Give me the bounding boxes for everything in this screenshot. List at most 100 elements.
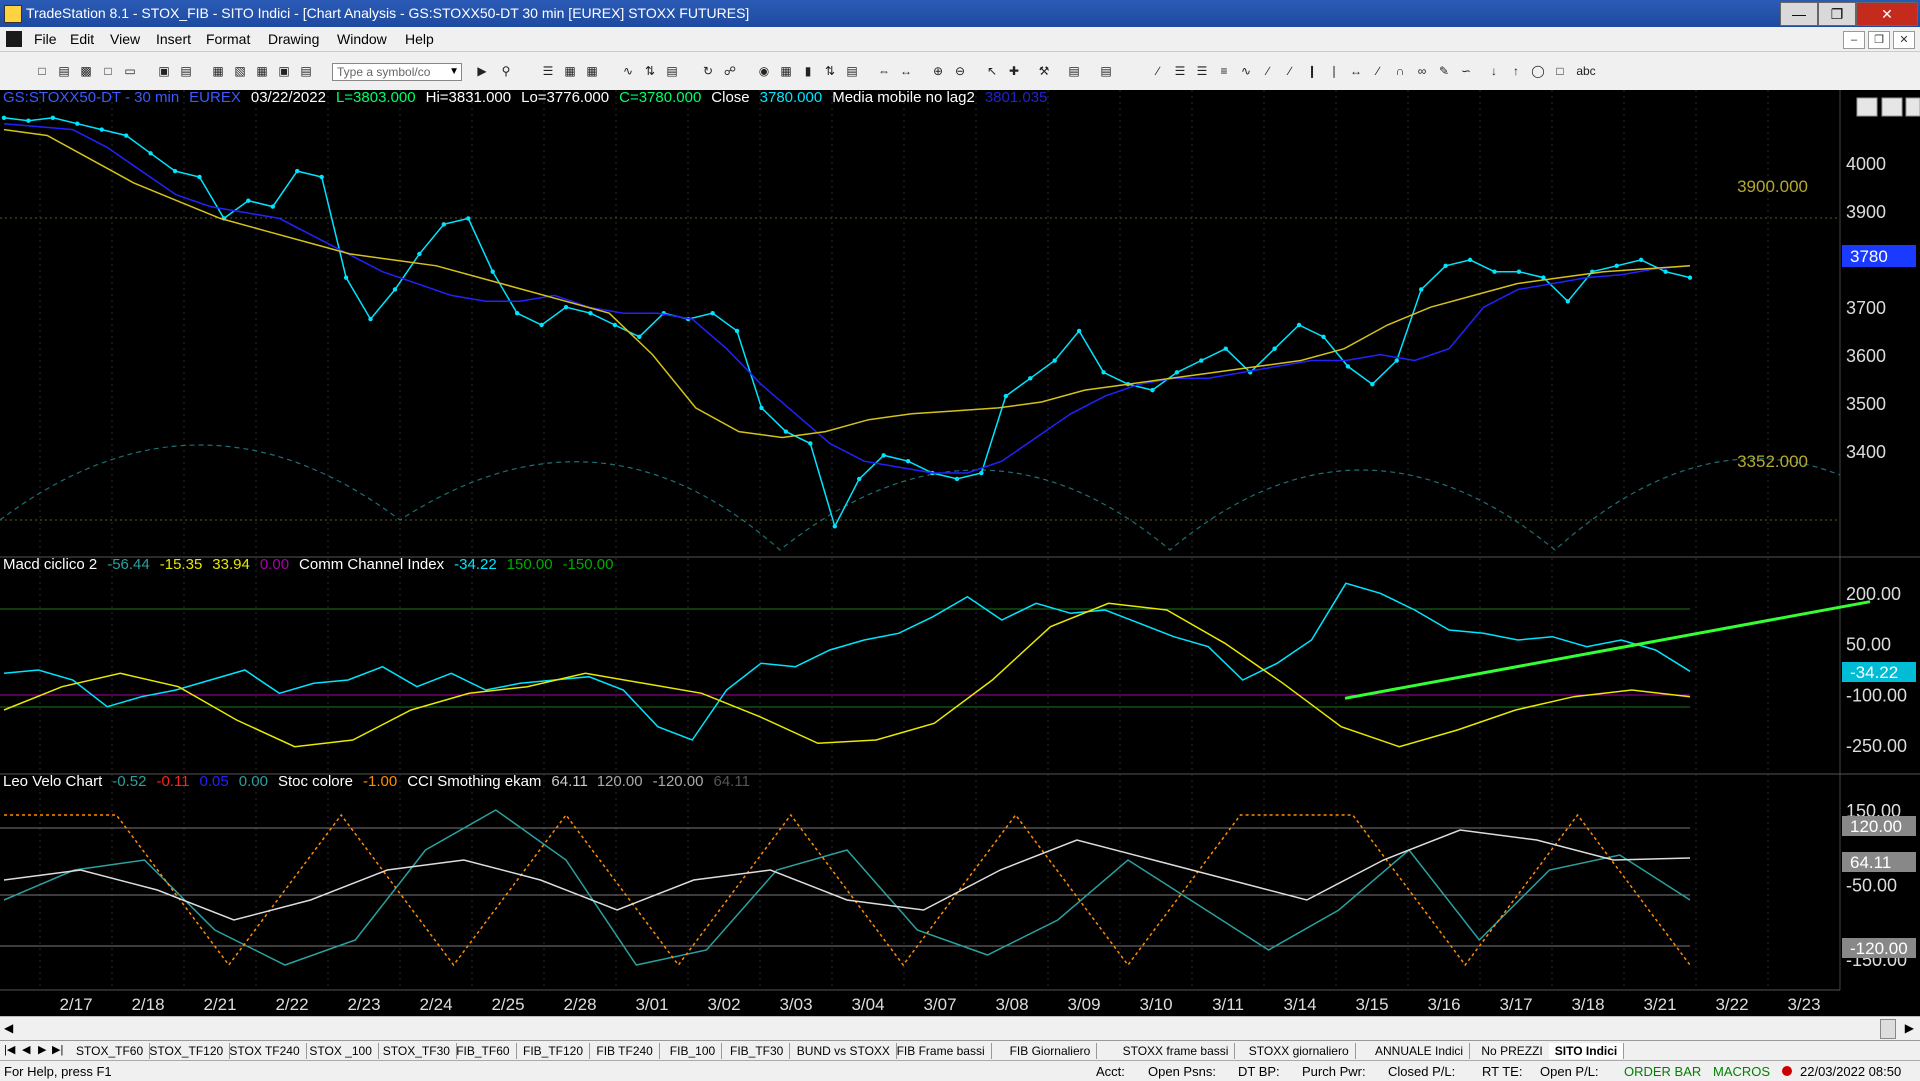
- tab-fib-tf120[interactable]: FIB_TF120: [517, 1043, 591, 1059]
- horizontal-lines-icon[interactable]: ☰: [1194, 63, 1210, 79]
- tab-fib-tf60[interactable]: FIB_TF60: [450, 1043, 517, 1059]
- grid-view-icon[interactable]: ▦: [584, 63, 600, 79]
- scanner-icon[interactable]: ◉: [756, 63, 772, 79]
- new-icon[interactable]: □: [34, 63, 50, 79]
- arrow-both-icon[interactable]: ↔: [1348, 63, 1364, 79]
- chart-window-icon[interactable]: ▦: [210, 63, 226, 79]
- scroll-left-icon[interactable]: ◀: [4, 1021, 13, 1035]
- tab-stox-tf30[interactable]: STOX_TF30: [377, 1043, 457, 1059]
- text-tool-icon[interactable]: abc: [1574, 63, 1598, 79]
- format-icon[interactable]: ▤: [664, 63, 680, 79]
- crosshair-icon[interactable]: ✚: [1006, 63, 1022, 79]
- refresh-icon[interactable]: ↻: [700, 63, 716, 79]
- chevron-down-icon[interactable]: ▼: [449, 64, 459, 80]
- vertical-lines-icon[interactable]: ❙: [1304, 63, 1320, 79]
- strategy-icon[interactable]: ⇅: [642, 63, 658, 79]
- print-preview-icon[interactable]: ▤: [298, 63, 314, 79]
- bar-spacing-icon[interactable]: ⇔: [876, 63, 892, 79]
- hide-icon[interactable]: ▤: [1098, 63, 1114, 79]
- channel-icon[interactable]: ☰: [1172, 63, 1188, 79]
- tab-sito-indici[interactable]: SITO Indici: [1548, 1043, 1625, 1059]
- list-icon[interactable]: ☰: [540, 63, 556, 79]
- tab-stox-tf240[interactable]: STOX TF240: [223, 1043, 307, 1059]
- pencil-icon[interactable]: ✎: [1436, 63, 1452, 79]
- macros-button[interactable]: MACROS: [1713, 1064, 1770, 1079]
- mdi-close-button[interactable]: ✕: [1893, 31, 1915, 49]
- zoom-out-icon[interactable]: ⊖: [952, 63, 968, 79]
- tab-nav-prev-icon[interactable]: ◀: [22, 1043, 30, 1056]
- tab-nav-first-icon[interactable]: |◀: [4, 1043, 15, 1056]
- zoom-in-icon[interactable]: ⊕: [930, 63, 946, 79]
- menu-drawing[interactable]: Drawing: [268, 31, 319, 47]
- menu-view[interactable]: View: [110, 31, 140, 47]
- symbol-input[interactable]: Type a symbol/co ▼: [332, 63, 462, 81]
- tab-nav-next-icon[interactable]: ▶: [38, 1043, 46, 1056]
- open-workspace-icon[interactable]: ▩: [78, 63, 94, 79]
- lock-icon[interactable]: ▣: [276, 63, 292, 79]
- spiral-icon[interactable]: ∞: [1414, 63, 1430, 79]
- tab-no-prezzi[interactable]: No PREZZI: [1475, 1043, 1550, 1059]
- gann-icon[interactable]: ∿: [1238, 63, 1254, 79]
- arc-icon[interactable]: ∩: [1392, 63, 1408, 79]
- grid-icon[interactable]: ▦: [254, 63, 270, 79]
- trendline-icon[interactable]: ∕: [1150, 63, 1166, 79]
- link-icon[interactable]: ☍: [722, 63, 738, 79]
- ellipse-icon[interactable]: ◯: [1530, 63, 1546, 79]
- tab-stox-100[interactable]: STOX _100: [303, 1043, 379, 1059]
- minimize-button[interactable]: —: [1780, 2, 1818, 26]
- folder-icon[interactable]: ▭: [122, 63, 138, 79]
- search-icon[interactable]: ⚲: [498, 63, 514, 79]
- menu-insert[interactable]: Insert: [156, 31, 191, 47]
- parallel-icon[interactable]: ∕: [1370, 63, 1386, 79]
- print-icon[interactable]: ▤: [178, 63, 194, 79]
- tab-stox-tf60[interactable]: STOX_TF60: [70, 1043, 151, 1059]
- tab-fib-giornaliero[interactable]: FIB Giornaliero: [1004, 1043, 1098, 1059]
- time-zones-icon[interactable]: ❘: [1326, 63, 1342, 79]
- chart-type-icon[interactable]: ⇅: [822, 63, 838, 79]
- menu-format[interactable]: Format: [206, 31, 250, 47]
- rectangle-icon[interactable]: □: [1552, 63, 1568, 79]
- order-bar-button[interactable]: ORDER BAR: [1624, 1064, 1701, 1079]
- tab-fib-tf240[interactable]: FIB TF240: [590, 1043, 660, 1059]
- tab-annuale-indici[interactable]: ANNUALE Indici: [1369, 1043, 1471, 1059]
- menu-file[interactable]: File: [34, 31, 57, 47]
- screen-icon[interactable]: ▤: [1066, 63, 1082, 79]
- tab-nav-last-icon[interactable]: ▶|: [52, 1043, 63, 1056]
- arrow-up-icon[interactable]: ↑: [1508, 63, 1524, 79]
- tab-fib-100[interactable]: FIB_100: [664, 1043, 723, 1059]
- scroll-thumb[interactable]: [1880, 1019, 1896, 1039]
- save-icon[interactable]: ▣: [156, 63, 172, 79]
- radar-icon[interactable]: ▧: [232, 63, 248, 79]
- hammer-icon[interactable]: ⚒: [1036, 63, 1052, 79]
- arrow-down-icon[interactable]: ↓: [1486, 63, 1502, 79]
- tab-stoxx-giornaliero[interactable]: STOXX giornaliero: [1243, 1043, 1356, 1059]
- tab-fib-frame-bassi[interactable]: FIB Frame bassi: [891, 1043, 992, 1059]
- horizontal-scrollbar[interactable]: ◀ ▶: [0, 1016, 1920, 1041]
- scroll-right-icon[interactable]: ▶: [1905, 1021, 1914, 1035]
- document-icon[interactable]: [6, 31, 22, 47]
- mdi-minimize-button[interactable]: –: [1843, 31, 1865, 49]
- scroll-icon[interactable]: ↔: [898, 63, 914, 79]
- page-icon[interactable]: □: [100, 63, 116, 79]
- tab-bund-vs-stoxx[interactable]: BUND vs STOXX: [791, 1043, 897, 1059]
- fibonacci-icon[interactable]: ≡: [1216, 63, 1232, 79]
- chart-area[interactable]: GS:STOXX50-DT - 30 min EUREX 03/22/2022 L=3…: [0, 89, 1920, 1016]
- tab-stox-tf120[interactable]: STOX_TF120: [143, 1043, 231, 1059]
- menu-window[interactable]: Window: [337, 31, 387, 47]
- speed-lines-icon[interactable]: ∕: [1260, 63, 1276, 79]
- menu-edit[interactable]: Edit: [70, 31, 94, 47]
- bars-icon[interactable]: ▮: [800, 63, 816, 79]
- andrews-icon[interactable]: ∕: [1282, 63, 1298, 79]
- data-icon[interactable]: ▤: [844, 63, 860, 79]
- tab-fib-tf30[interactable]: FIB_TF30: [724, 1043, 791, 1059]
- maximize-button[interactable]: ❐: [1818, 2, 1856, 26]
- close-button[interactable]: ✕: [1856, 2, 1918, 26]
- pointer-icon[interactable]: ↖: [984, 63, 1000, 79]
- matrix-icon[interactable]: ▦: [778, 63, 794, 79]
- indicator-icon[interactable]: ∿: [620, 63, 636, 79]
- tab-stoxx-frame-bassi[interactable]: STOXX frame bassi: [1117, 1043, 1236, 1059]
- curve-icon[interactable]: ∽: [1458, 63, 1474, 79]
- open-icon[interactable]: ▤: [56, 63, 72, 79]
- menu-help[interactable]: Help: [405, 31, 434, 47]
- mdi-restore-button[interactable]: ❐: [1868, 31, 1890, 49]
